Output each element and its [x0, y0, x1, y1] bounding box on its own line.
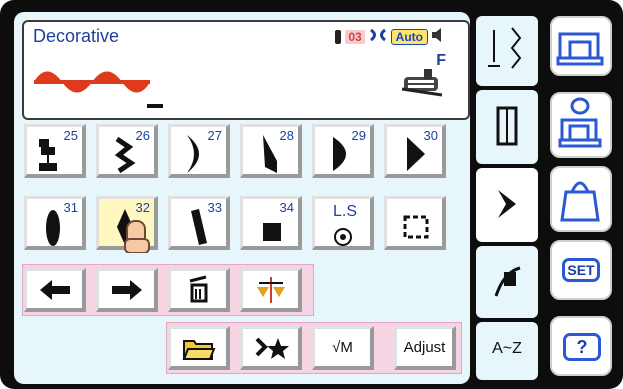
stitch-25-icon	[39, 139, 57, 171]
open-folder-icon	[182, 339, 215, 360]
sewing-machine-icon	[556, 32, 604, 66]
utility-stitch-icon	[488, 27, 522, 69]
help-button[interactable]: ?	[550, 316, 612, 376]
forward-button[interactable]	[96, 268, 158, 312]
stitch-key-27[interactable]: 27	[168, 124, 230, 178]
stitch-33-icon	[191, 209, 207, 245]
embroidery-machine-icon	[558, 97, 602, 148]
adjust-button[interactable]: Adjust	[394, 326, 456, 370]
finger-pointer-icon	[124, 220, 150, 253]
stitch-cursor	[147, 104, 163, 108]
auto-badge: Auto	[390, 28, 428, 45]
mode-title: Decorative	[33, 26, 120, 46]
tab-decorative[interactable]	[476, 168, 538, 242]
back-button[interactable]	[24, 268, 86, 312]
arrow-left-icon	[39, 279, 70, 300]
status-bar: 03 Auto	[335, 28, 442, 45]
stitch-30-icon	[407, 137, 425, 171]
stitch-29-icon	[333, 137, 346, 171]
lock-stitch-key[interactable]: L.S	[312, 196, 374, 250]
embroidery-mode-button[interactable]	[550, 92, 612, 158]
open-file-button[interactable]	[168, 326, 230, 370]
stitch-28-icon	[263, 135, 277, 173]
stitch-32-icon	[117, 209, 150, 253]
arrow-right-icon	[111, 279, 142, 300]
stitch-key-28[interactable]: 28	[240, 124, 302, 178]
mirror-button[interactable]	[240, 268, 302, 312]
presser-foot-icon	[401, 69, 443, 97]
quilt-stitch-icon	[494, 266, 521, 297]
memory-button[interactable]: √M	[312, 326, 374, 370]
tab-alphabet[interactable]: A~Z	[476, 322, 538, 380]
stitch-27-icon	[187, 135, 199, 173]
pocket-mode-button[interactable]	[550, 166, 612, 232]
dotted-square-icon	[403, 215, 429, 239]
stitch-key-blank[interactable]	[384, 196, 446, 250]
stitch-key-34[interactable]: 34	[240, 196, 302, 250]
tab-quilt[interactable]	[476, 246, 538, 318]
stitch-preview	[34, 71, 150, 93]
combination-icon	[255, 337, 289, 359]
decorative-stitch-icon	[498, 190, 516, 218]
sewing-mode-button[interactable]	[550, 16, 612, 76]
buttonhole-icon	[496, 106, 518, 146]
trash-icon	[189, 275, 207, 302]
tab-utility[interactable]	[476, 16, 538, 86]
stitch-key-33[interactable]: 33	[168, 196, 230, 250]
stitch-key-32[interactable]: 32	[96, 196, 158, 253]
needle-icon	[335, 29, 342, 44]
stitch-key-26[interactable]: 26	[96, 124, 158, 178]
stitch-34-icon	[263, 223, 281, 241]
stitch-key-29[interactable]: 29	[312, 124, 374, 178]
bag-icon	[560, 181, 600, 222]
stitch-display: Decorative 03 Auto F	[22, 20, 470, 120]
tab-buttonhole[interactable]	[476, 90, 538, 164]
set-button[interactable]: SET	[550, 240, 612, 300]
delete-button[interactable]	[168, 268, 230, 312]
lock-stitch-icon	[334, 228, 352, 246]
combination-button[interactable]	[240, 326, 302, 370]
stitch-31-icon	[46, 210, 60, 246]
mirror-icon	[256, 276, 285, 303]
stitch-key-25[interactable]: 25	[24, 124, 86, 178]
bobbin-icon	[369, 28, 387, 45]
stitch-key-30[interactable]: 30	[384, 124, 446, 178]
stitch-26-icon	[114, 136, 136, 174]
stitch-key-31[interactable]: 31	[24, 196, 86, 250]
tension-value: 03	[345, 29, 365, 44]
speaker-icon	[432, 28, 442, 45]
